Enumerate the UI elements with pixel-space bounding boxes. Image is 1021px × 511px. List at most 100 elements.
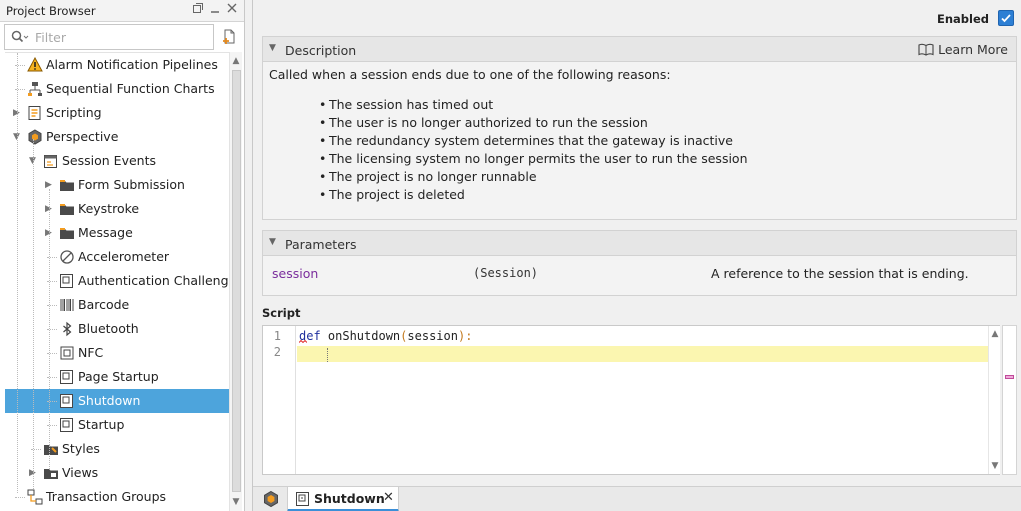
designer-window: Project Browser Alarm Notification	[0, 0, 1021, 511]
reason-item: • The user is no longer authorized to run…	[319, 115, 648, 130]
tree-item-nfc[interactable]: NFC	[5, 341, 229, 365]
collapsed-arrow-icon[interactable]: ▶	[45, 203, 55, 215]
tree-item-form-submission[interactable]: ▶ Form Submission	[5, 173, 229, 197]
tree-item-page-startup[interactable]: Page Startup	[5, 365, 229, 389]
collapsed-arrow-icon[interactable]: ▶	[45, 227, 55, 239]
tree-item-views[interactable]: ▶ Views	[5, 461, 229, 485]
event-editor-panel: Enabled ▼ Description Learn More Called …	[252, 0, 1021, 511]
collapse-triangle-icon[interactable]: ▼	[269, 237, 276, 247]
project-browser-title: Project Browser	[6, 4, 96, 18]
scroll-down-icon[interactable]: ▼	[989, 459, 1001, 473]
new-item-icon[interactable]	[220, 28, 238, 46]
error-squiggle	[299, 340, 307, 343]
collapsed-arrow-icon[interactable]: ▶	[45, 179, 55, 191]
learn-more-link[interactable]: Learn More	[918, 42, 1008, 59]
enabled-checkbox[interactable]	[998, 10, 1014, 26]
tree-item-label: Barcode	[78, 297, 130, 312]
script-doc-icon	[59, 417, 75, 433]
script-doc-icon	[59, 393, 75, 409]
project-browser-panel: Project Browser Alarm Notification	[0, 0, 245, 511]
tree-item-label: Accelerometer	[78, 249, 170, 264]
editor-scrollbar[interactable]: ▲ ▼	[988, 326, 1000, 474]
tree-item-label: Page Startup	[78, 369, 159, 384]
script-doc-icon	[295, 491, 311, 510]
tree-guide-line	[49, 189, 50, 469]
scroll-up-icon[interactable]: ▲	[989, 327, 1001, 341]
tree-item-label: Startup	[78, 417, 125, 432]
tree-item-message[interactable]: ▶ Message	[5, 221, 229, 245]
alarm-pipeline-icon	[27, 56, 43, 73]
perspective-icon[interactable]	[262, 490, 280, 508]
folder-icon	[59, 177, 75, 193]
tree-item-scripting[interactable]: ▶ Scripting	[5, 101, 229, 125]
tree-item-keystroke[interactable]: ▶ Keystroke	[5, 197, 229, 221]
enabled-label: Enabled	[936, 12, 989, 26]
code-function-name: onShutdown	[320, 329, 401, 343]
tab-shutdown[interactable]: Shutdown ✕	[287, 487, 399, 511]
parameters-header[interactable]: ▼ Parameters	[262, 230, 1017, 256]
code-param: session	[407, 329, 458, 343]
reason-item: • The project is no longer runnable	[319, 169, 537, 184]
collapsed-arrow-icon[interactable]: ▶	[29, 467, 39, 479]
tree-scrollbar-thumb[interactable]	[232, 70, 241, 492]
reason-item: • The licensing system no longer permits …	[319, 151, 748, 166]
folder-icon	[59, 225, 75, 241]
close-panel-icon[interactable]	[224, 2, 240, 18]
reason-text: The user is no longer authorized to run …	[329, 115, 648, 130]
tree-item-authentication-challenge[interactable]: Authentication Challenge	[5, 269, 229, 293]
line-number: 1	[273, 329, 281, 343]
tree-scrollbar[interactable]: ▲ ▼	[229, 52, 242, 511]
tree-item-transaction-groups[interactable]: Transaction Groups	[5, 485, 229, 509]
bullet: •	[319, 115, 327, 130]
styles-folder-icon	[43, 441, 59, 457]
reason-text: The project is deleted	[329, 187, 465, 202]
tree-item-bluetooth[interactable]: Bluetooth	[5, 317, 229, 341]
session-events-icon	[43, 153, 59, 169]
tree-item-shutdown[interactable]: Shutdown	[5, 389, 229, 413]
tree-item-session-events[interactable]: ▼ Session Events	[5, 149, 229, 173]
bullet: •	[319, 133, 327, 148]
tree-item-perspective[interactable]: ▼ Perspective	[5, 125, 229, 149]
reason-item: • The redundancy system determines that t…	[319, 133, 733, 148]
filter-row	[4, 23, 241, 51]
tree-item-label: Views	[62, 465, 99, 480]
editor-tab-bar: Shutdown ✕	[253, 486, 1021, 511]
script-editor[interactable]: 1 2 def onShutdown(session): ▲ ▼	[262, 325, 1000, 475]
bullet: •	[319, 169, 327, 184]
sfc-icon	[27, 81, 43, 97]
perspective-icon	[27, 129, 43, 145]
tree-item-label: Message	[78, 225, 133, 240]
script-doc-icon	[59, 369, 75, 385]
error-marker[interactable]	[1005, 375, 1014, 379]
tree-item-barcode[interactable]: Barcode	[5, 293, 229, 317]
expanded-arrow-icon[interactable]: ▼	[29, 155, 39, 167]
project-tree: Alarm Notification Pipelines Sequential F…	[5, 52, 229, 511]
tree-item-alarm-notification-pipelines[interactable]: Alarm Notification Pipelines	[5, 53, 229, 77]
expanded-arrow-icon[interactable]: ▼	[13, 131, 23, 143]
tree-item-accelerometer[interactable]: Accelerometer	[5, 245, 229, 269]
script-doc-icon	[59, 273, 75, 289]
tree-item-styles[interactable]: Styles	[5, 437, 229, 461]
scroll-up-icon[interactable]: ▲	[230, 54, 242, 68]
tree-guide-line	[33, 139, 34, 489]
close-tab-icon[interactable]: ✕	[383, 490, 394, 505]
collapsed-arrow-icon[interactable]: ▶	[13, 107, 23, 119]
tree-item-sequential-function-charts[interactable]: Sequential Function Charts	[5, 77, 229, 101]
reason-item: • The project is deleted	[319, 187, 465, 202]
minimize-panel-icon[interactable]	[207, 2, 223, 18]
description-body: Called when a session ends due to one of…	[262, 62, 1017, 220]
views-folder-icon	[43, 465, 59, 481]
tree-item-label: Styles	[62, 441, 100, 456]
description-header[interactable]: ▼ Description Learn More	[262, 36, 1017, 62]
bullet: •	[319, 151, 327, 166]
description-intro: Called when a session ends due to one of…	[269, 67, 671, 82]
collapse-triangle-icon[interactable]: ▼	[269, 43, 276, 53]
error-marker-strip	[1002, 325, 1017, 475]
filter-input[interactable]	[35, 29, 205, 46]
tree-item-label: Sequential Function Charts	[46, 81, 215, 96]
scroll-down-icon[interactable]: ▼	[230, 495, 242, 509]
tree-item-label: Shutdown	[78, 393, 141, 408]
code-line-1[interactable]: def onShutdown(session):	[299, 329, 472, 343]
tree-item-startup[interactable]: Startup	[5, 413, 229, 437]
float-panel-icon[interactable]	[190, 2, 206, 18]
